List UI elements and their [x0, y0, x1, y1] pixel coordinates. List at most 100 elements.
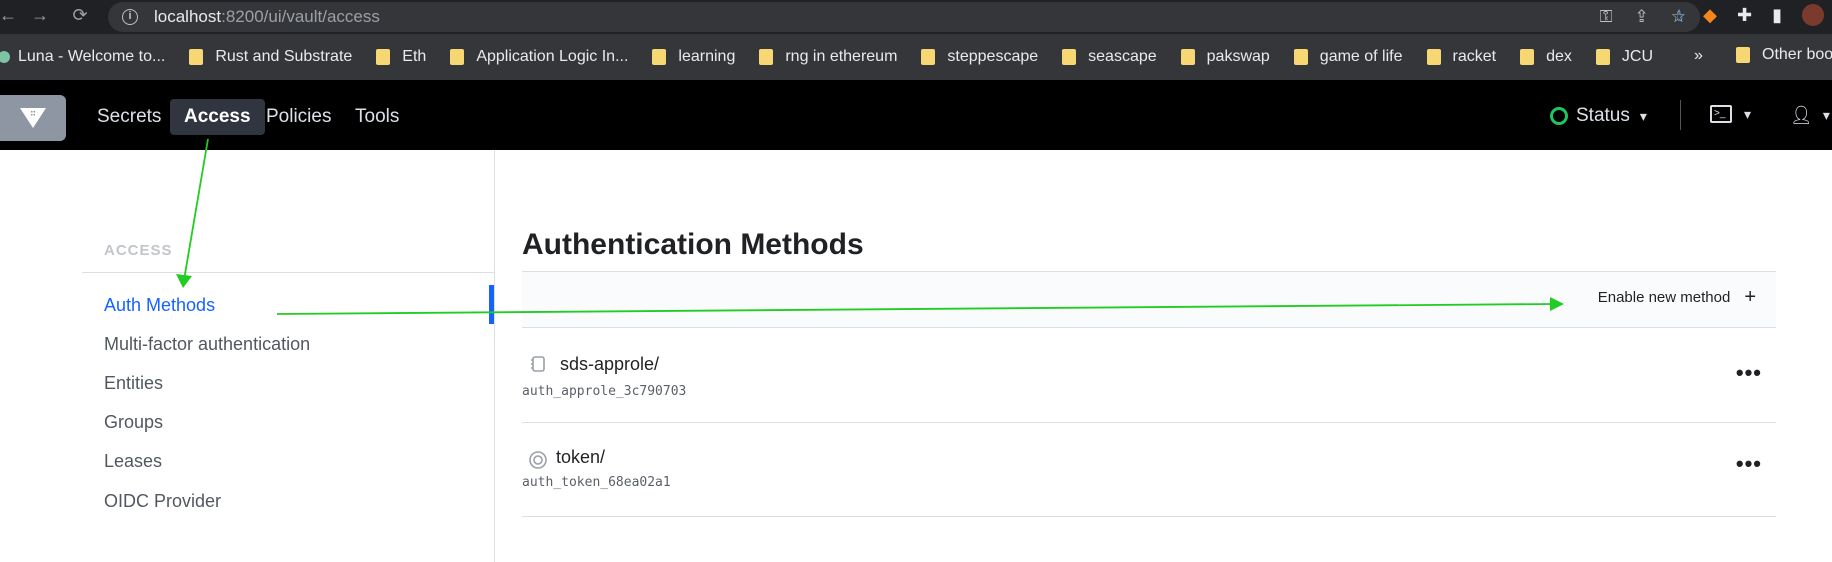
bookmark-label: racket — [1452, 48, 1497, 65]
folder-icon — [1426, 49, 1441, 65]
nav-policies[interactable]: Policies — [252, 99, 345, 135]
header-divider — [1680, 100, 1681, 130]
address-bar[interactable]: i localhost:8200/ui/vault/access ⚿ ⇪ ☆ — [108, 2, 1700, 32]
folder-icon — [376, 49, 391, 65]
bookmark-label: Luna - Welcome to... — [18, 48, 166, 65]
folder-icon — [1293, 49, 1308, 65]
bookmark-label: Application Logic In... — [476, 48, 629, 65]
other-bookmarks[interactable]: Other boo — [1736, 46, 1832, 64]
profile-avatar[interactable] — [1802, 4, 1824, 26]
annotation-arrow-access — [183, 138, 209, 281]
user-menu[interactable]: 👤︎ ▾ — [1790, 105, 1830, 126]
auth-method-accessor: auth_token_68ea02a1 — [522, 475, 671, 490]
bookmark-item[interactable]: dex — [1520, 48, 1572, 66]
bookmark-item[interactable]: Rust and Substrate — [189, 48, 352, 66]
site-info-icon[interactable]: i — [122, 9, 138, 25]
terminal-icon: >_ — [1710, 105, 1732, 123]
sidebar-item-oidc-provider[interactable]: OIDC Provider — [104, 491, 221, 512]
auth-method-path[interactable]: sds-approle/ — [560, 354, 659, 375]
sidebar-border — [494, 150, 495, 562]
drop-extension-icon[interactable]: 💧︎ — [1676, 5, 1683, 26]
bookmark-item[interactable]: seascape — [1062, 48, 1157, 66]
plus-icon: + — [1744, 286, 1756, 308]
folder-icon — [1520, 49, 1535, 65]
folder-icon — [189, 49, 204, 65]
approle-icon — [531, 356, 545, 372]
bookmark-item[interactable]: racket — [1426, 48, 1497, 66]
vault-logo[interactable] — [0, 95, 66, 141]
sidebar-item-groups[interactable]: Groups — [104, 412, 163, 433]
bookmark-label: JCU — [1621, 48, 1653, 65]
nav-tools[interactable]: Tools — [341, 99, 413, 135]
bookmark-label: learning — [678, 48, 736, 65]
page-title: Authentication Methods — [522, 228, 864, 261]
vault-triangle-icon — [20, 108, 46, 128]
share-icon[interactable]: ⇪ — [1635, 7, 1649, 27]
bookmark-item[interactable]: Luna - Welcome to... — [0, 48, 165, 66]
bookmark-label: rng in ethereum — [785, 48, 898, 65]
bookmark-item[interactable]: game of life — [1293, 48, 1403, 66]
luna-favicon-icon — [0, 51, 10, 63]
folder-icon — [1736, 47, 1750, 63]
url-path: :8200/ui/vault/access — [221, 7, 380, 26]
sidebar-item-leases[interactable]: Leases — [104, 451, 162, 472]
forward-icon[interactable]: → — [24, 5, 56, 26]
sidebar-item-entities[interactable]: Entities — [104, 373, 163, 394]
auth-toolbar: Enable new method + — [522, 271, 1776, 328]
browser-toolbar: ← → ⟳ i localhost:8200/ui/vault/access ⚿… — [0, 0, 1832, 34]
bookmark-item[interactable]: rng in ethereum — [759, 48, 897, 66]
nav-secrets[interactable]: Secrets — [83, 99, 175, 135]
metamask-extension-icon[interactable]: ◆ — [1703, 5, 1717, 26]
reload-icon[interactable]: ⟳ — [64, 5, 96, 26]
auth-method-row[interactable]: sds-approle/ auth_approle_3c790703 ••• — [522, 329, 1776, 423]
sidebar-divider — [82, 272, 494, 273]
bookmark-item[interactable]: JCU — [1595, 48, 1653, 66]
bookmark-item[interactable]: learning — [652, 48, 735, 66]
nav-access[interactable]: Access — [170, 99, 265, 135]
bookmark-label: Other boo — [1762, 46, 1832, 63]
auth-method-path[interactable]: token/ — [556, 447, 605, 468]
status-ok-icon — [1550, 107, 1568, 125]
bookmark-item[interactable]: steppescape — [921, 48, 1038, 66]
status-label: Status — [1576, 105, 1630, 126]
folder-icon — [759, 49, 774, 65]
bookmark-label: game of life — [1319, 48, 1403, 65]
chevron-down-icon: ▾ — [1822, 107, 1830, 123]
folder-icon — [1180, 49, 1195, 65]
puzzle-extension-icon[interactable]: ✚ — [1737, 5, 1752, 26]
vault-header: Secrets Access Policies Tools Status ▾ >… — [0, 80, 1832, 150]
auth-method-accessor: auth_approle_3c790703 — [522, 384, 687, 399]
chevron-down-icon: ▾ — [1639, 107, 1647, 124]
sidebar-item-mfa[interactable]: Multi-factor authentication — [104, 334, 310, 355]
enable-new-method-button[interactable]: Enable new method + — [1597, 286, 1756, 308]
more-options-button[interactable]: ••• — [1736, 360, 1762, 386]
console-menu[interactable]: >_ ▾ — [1710, 105, 1751, 123]
bookmark-label: seascape — [1088, 48, 1157, 65]
status-menu[interactable]: Status ▾ — [1550, 105, 1647, 127]
bookmark-item[interactable]: Application Logic In... — [450, 48, 628, 66]
url-text[interactable]: localhost:8200/ui/vault/access — [154, 7, 380, 27]
sidebar-title: ACCESS — [104, 242, 173, 259]
url-host: localhost — [154, 7, 222, 26]
more-options-button[interactable]: ••• — [1736, 451, 1762, 477]
bookmark-item[interactable]: pakswap — [1180, 48, 1270, 66]
sidebar-item-auth-methods[interactable]: Auth Methods — [104, 295, 215, 316]
enable-new-method-label: Enable new method — [1597, 289, 1731, 306]
bookmark-label: steppescape — [947, 48, 1039, 65]
sidepanel-icon[interactable]: ▮ — [1772, 5, 1782, 26]
bookmarks-bar: Luna - Welcome to... Rust and Substrate … — [0, 34, 1832, 80]
folder-icon — [1062, 49, 1077, 65]
bookmark-label: Rust and Substrate — [215, 48, 353, 65]
bookmark-label: Eth — [402, 48, 427, 65]
folder-icon — [652, 49, 667, 65]
active-indicator — [489, 285, 494, 324]
bookmark-item[interactable]: Eth — [376, 48, 426, 66]
folder-icon — [450, 49, 465, 65]
bookmark-label: pakswap — [1206, 48, 1270, 65]
back-icon[interactable]: ← — [0, 5, 24, 26]
bookmarks-overflow-button[interactable]: » — [1694, 47, 1703, 65]
folder-icon — [921, 49, 936, 65]
key-icon[interactable]: ⚿ — [1600, 7, 1613, 27]
annotation-arrowhead — [176, 274, 192, 288]
auth-method-row[interactable]: token/ auth_token_68ea02a1 ••• — [522, 423, 1776, 517]
